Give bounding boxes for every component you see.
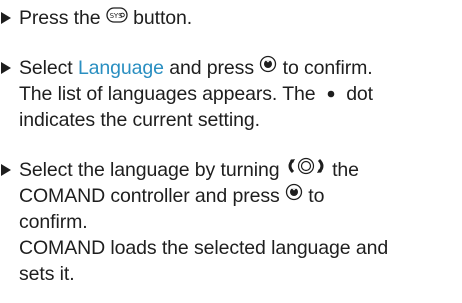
menu-item-language: Language [77,57,164,79]
step-2-result-line2: indicates the current setting. [19,109,260,131]
bullet-dot-icon [321,80,341,106]
sys-button-icon: SYS [106,4,128,30]
step-bullet-icon [1,62,11,74]
step-2: Select Language and press to confirm. Th… [0,55,462,135]
step-3-result-line2: sets it. [19,263,75,285]
instruction-page: Press the SYS button. Select Language an… [0,0,462,303]
step-bullet-icon [1,164,11,176]
step-3-line2-after: to [308,185,325,207]
step-3-line2-before: COMAND controller and press [19,185,280,207]
step-3-line3: confirm. [19,211,88,233]
step-bullet-icon [1,12,11,24]
step-1: Press the SYS button. [0,5,462,31]
step-2-text-after: to confirm. [282,57,373,79]
step-1-text-before: Press the [19,7,101,29]
step-2-result-line1-before: The list of languages appears. The [19,83,316,105]
turn-controller-icon [285,156,327,182]
step-3-result-line1: COMAND loads the selected language and [19,237,389,259]
step-2-text-middle: and press [169,57,254,79]
step-2-text-before: Select [19,57,73,79]
step-3-line1-before: Select the language by turning [19,159,280,181]
press-controller-icon [259,54,277,80]
step-3-line1-after: the [332,159,359,181]
step-2-result-line1-after: dot [346,83,373,105]
press-controller-icon [285,182,303,208]
step-3: Select the language by turning the COMAN… [0,157,462,297]
step-1-text-after: button. [133,7,193,29]
